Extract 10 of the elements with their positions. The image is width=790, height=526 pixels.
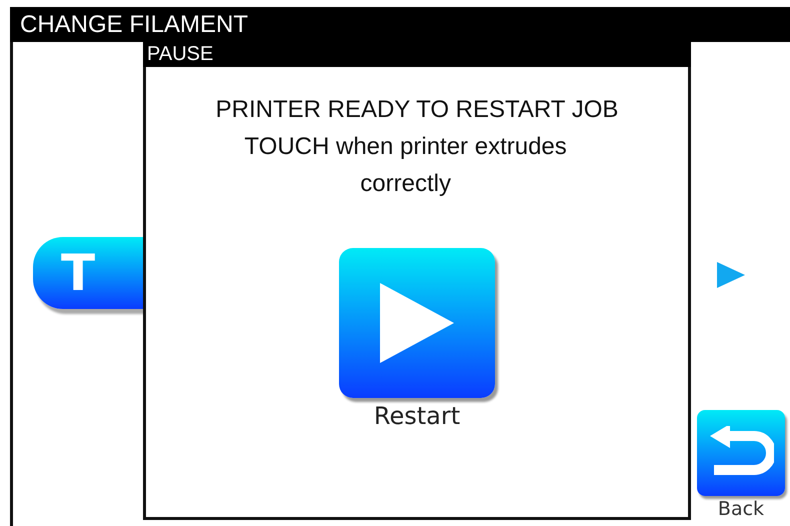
right-arrow-icon[interactable] [717, 262, 745, 288]
screen-title: CHANGE FILAMENT [10, 7, 790, 42]
restart-label: Restart [374, 402, 460, 430]
back-button[interactable] [697, 410, 785, 496]
dialog-message: PRINTER READY TO RESTART JOB [216, 95, 618, 125]
dialog-title: PAUSE [143, 42, 691, 67]
restart-button[interactable] [339, 248, 495, 398]
dialog-message: TOUCH when printer extrudes correctly [243, 132, 568, 199]
back-label: Back [718, 498, 764, 520]
play-icon [380, 283, 454, 363]
